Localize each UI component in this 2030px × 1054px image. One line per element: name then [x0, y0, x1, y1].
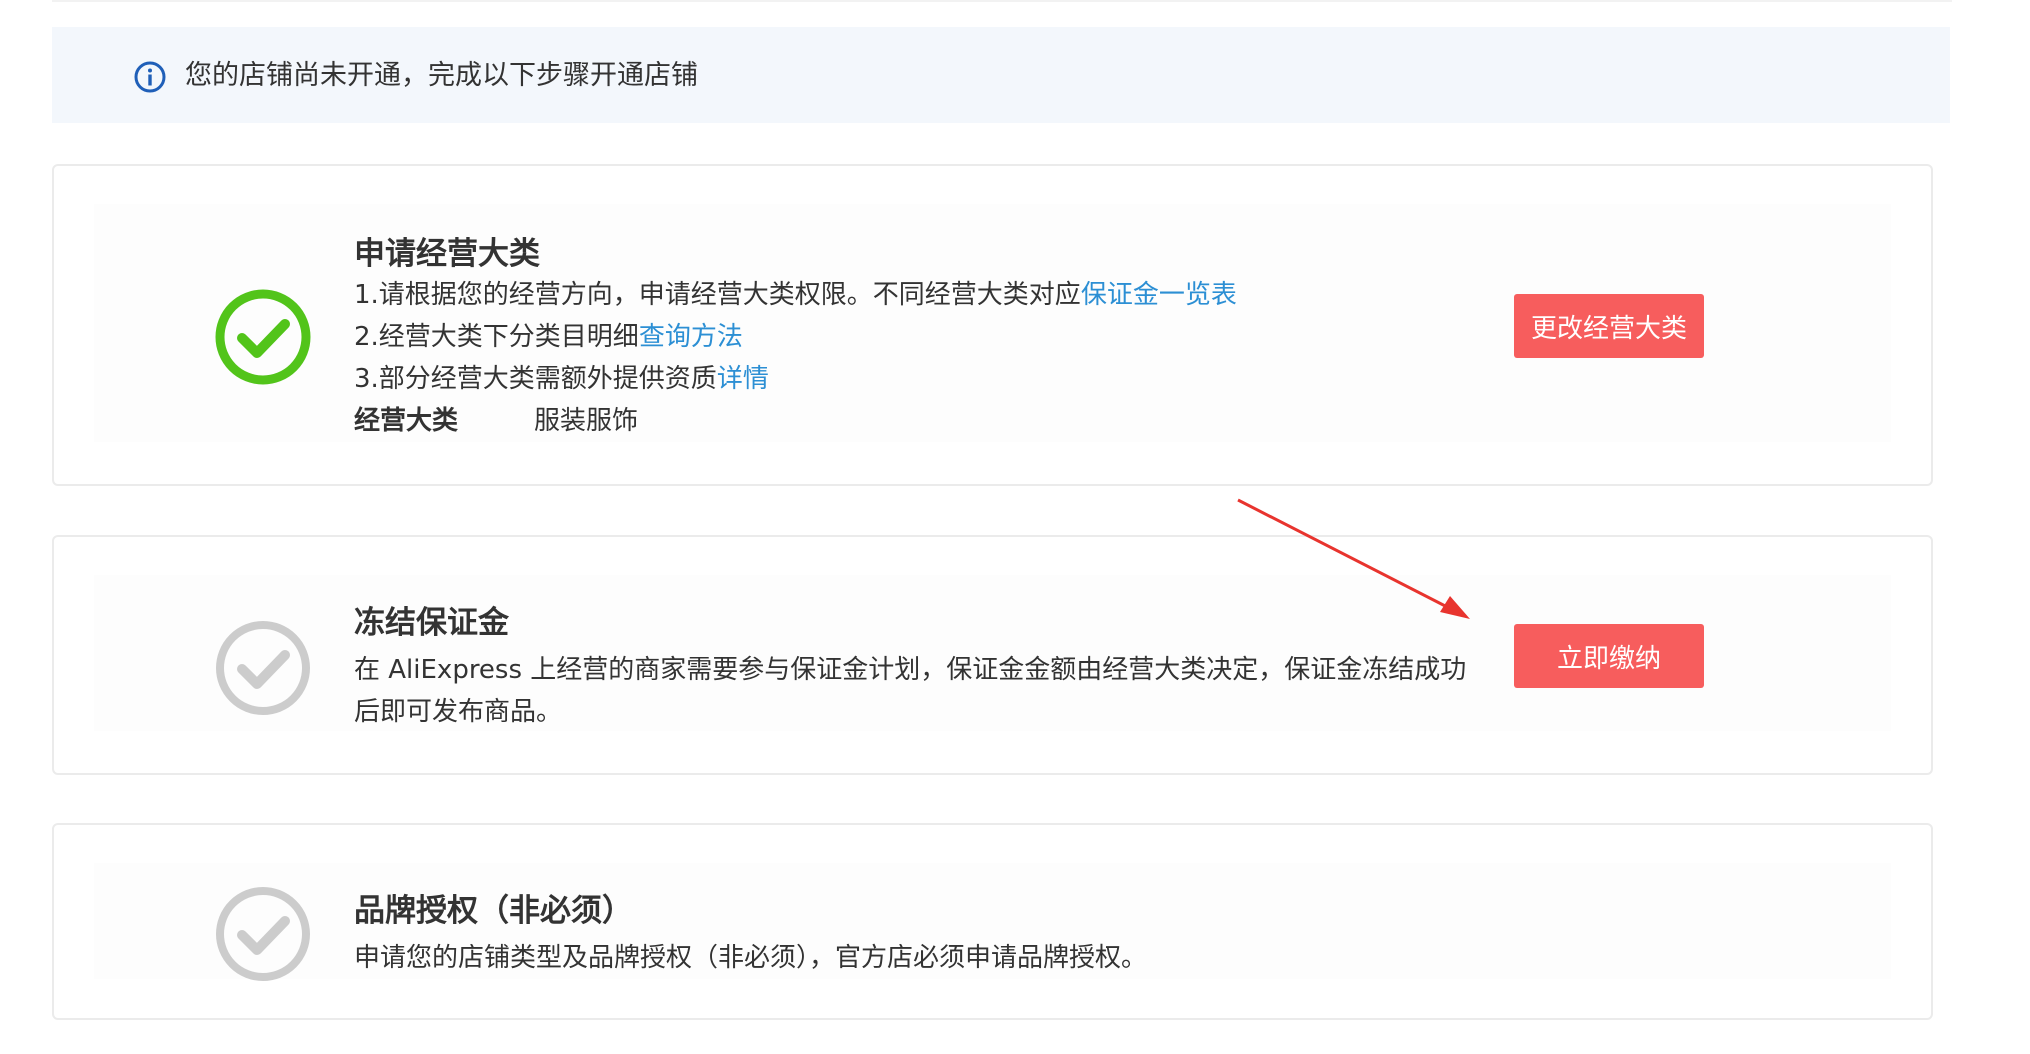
category-label: 经营大类 [354, 406, 459, 436]
step-card-business-category: 申请经营大类 1.请根据您的经营方向，申请经营大类权限。不同经营大类对应保证金一… [52, 164, 1933, 486]
line-text: 1.请根据您的经营方向，申请经营大类权限。不同经营大类对应 [354, 280, 1081, 310]
step-desc-line-2: 2.经营大类下分类目明细查询方法 [354, 318, 743, 356]
change-category-button[interactable]: 更改经营大类 [1514, 294, 1704, 358]
step-desc-line-1: 1.请根据您的经营方向，申请经营大类权限。不同经营大类对应保证金一览表 [354, 276, 1237, 314]
line-text: 2.经营大类下分类目明细 [354, 322, 639, 352]
store-not-open-notice: 您的店铺尚未开通，完成以下步骤开通店铺 [52, 27, 1950, 123]
step-title: 品牌授权（非必须） [354, 893, 633, 929]
details-link[interactable]: 详情 [717, 364, 769, 394]
step-desc-line-1: 申请您的店铺类型及品牌授权（非必须），官方店必须申请品牌授权。 [354, 943, 1148, 973]
line-text: 3.部分经营大类需额外提供资质 [354, 364, 717, 394]
query-method-link[interactable]: 查询方法 [639, 322, 743, 352]
pay-now-button[interactable]: 立即缴纳 [1514, 624, 1704, 688]
info-icon [134, 61, 166, 93]
notice-text: 您的店铺尚未开通，完成以下步骤开通店铺 [185, 60, 698, 91]
check-pending-icon [216, 887, 310, 981]
check-done-icon [215, 289, 311, 385]
step-desc-line-2: 后即可发布商品。 [354, 697, 563, 727]
step-desc-line-3: 3.部分经营大类需额外提供资质详情 [354, 360, 769, 398]
step-desc-line-1: 在 AliExpress 上经营的商家需要参与保证金计划，保证金金额由经营大类决… [354, 655, 1467, 685]
step-title: 冻结保证金 [354, 605, 509, 641]
deposit-list-link[interactable]: 保证金一览表 [1081, 280, 1237, 310]
check-pending-icon [216, 621, 310, 715]
step-card-brand-authorization: 品牌授权（非必须） 申请您的店铺类型及品牌授权（非必须），官方店必须申请品牌授权… [52, 823, 1933, 1020]
step-title: 申请经营大类 [354, 236, 540, 272]
step-card-freeze-deposit: 冻结保证金 在 AliExpress 上经营的商家需要参与保证金计划，保证金金额… [52, 535, 1933, 775]
top-divider [52, 0, 1952, 2]
category-value: 服装服饰 [534, 406, 639, 436]
